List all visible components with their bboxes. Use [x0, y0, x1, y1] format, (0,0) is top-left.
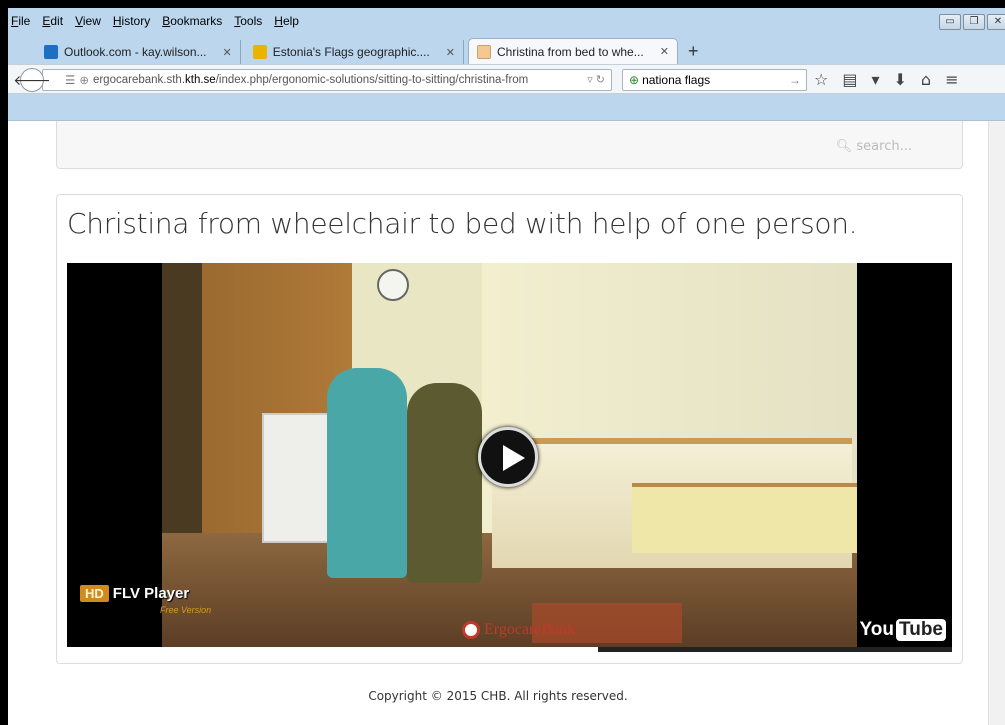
search-engine-icon: ⊕: [629, 73, 640, 87]
toolbar-icons: ☆ ▤ ▾ ⬇ ⌂ ≡: [814, 70, 958, 89]
search-icon: 🔍︎: [835, 139, 857, 154]
window-controls: ▭ ❐ ✕: [939, 14, 1005, 30]
hamburger-menu-icon[interactable]: ≡: [945, 70, 958, 89]
site-search-placeholder: search...: [856, 139, 912, 154]
ergocarebank-watermark: ErgocareBank: [462, 621, 575, 639]
article-panel: Christina from wheelchair to bed with he…: [56, 194, 963, 664]
screen-frame: File Edit View History Bookmarks Tools H…: [0, 0, 1005, 725]
menu-bar: File Edit View History Bookmarks Tools H…: [8, 14, 300, 32]
minimize-button[interactable]: ▭: [939, 14, 961, 30]
hd-badge: HD: [80, 585, 109, 602]
url-prefix: ergocarebank.sth.: [92, 74, 186, 86]
menu-view[interactable]: View: [74, 14, 102, 32]
tab-estonia-flags[interactable]: Estonia's Flags geographic.... ✕: [245, 40, 464, 64]
tab-title: Christina from bed to whe...: [496, 44, 644, 59]
tab-outlook[interactable]: Outlook.com - kay.wilson... ✕: [36, 40, 241, 64]
page-scrollbar[interactable]: [988, 121, 1005, 725]
navigation-toolbar: ☰ ⊕ ergocarebank.sth. kth.se/index.php/er…: [8, 64, 1005, 94]
youtube-tube: Tube: [896, 619, 946, 641]
browser-search-box[interactable]: ⊕ nationa flags →: [622, 69, 807, 91]
video-player[interactable]: HD FLV Player Free Version ErgocareBank …: [67, 263, 952, 652]
menu-tools[interactable]: Tools: [233, 14, 263, 32]
search-go-icon[interactable]: →: [789, 73, 801, 87]
browser-window: File Edit View History Bookmarks Tools H…: [8, 8, 1005, 725]
tab-strip: Outlook.com - kay.wilson... ✕ Estonia's …: [36, 38, 708, 64]
url-bar[interactable]: ☰ ⊕ ergocarebank.sth. kth.se/index.php/er…: [42, 69, 612, 91]
pocket-icon[interactable]: ▾: [871, 70, 879, 89]
site-search-input[interactable]: 🔍︎ search...: [836, 139, 912, 154]
watermark-text: ErgocareBank: [484, 621, 576, 638]
tab-title: Estonia's Flags geographic....: [272, 45, 430, 59]
video-progress-bar[interactable]: [67, 647, 952, 652]
tab-title: Outlook.com - kay.wilson...: [64, 45, 207, 59]
player-name: FLV Player: [112, 585, 190, 602]
reload-icon[interactable]: ▿ ↻: [587, 73, 605, 86]
reader-list-icon[interactable]: ☰: [65, 73, 75, 87]
page-favicon-icon: [476, 44, 491, 59]
youtube-logo[interactable]: You Tube: [860, 619, 946, 641]
caregiver: [327, 368, 407, 578]
close-tab-icon[interactable]: ✕: [223, 46, 232, 59]
play-button[interactable]: [478, 427, 538, 487]
bookmark-star-icon[interactable]: ☆: [814, 70, 828, 89]
url-path: /index.php/ergonomic-solutions/sitting-t…: [215, 74, 529, 86]
back-button[interactable]: 🡐: [13, 68, 51, 92]
browser-chrome: File Edit View History Bookmarks Tools H…: [8, 8, 1005, 121]
tab-christina[interactable]: Christina from bed to whe... ✕: [467, 38, 678, 64]
video-progress-fill: [67, 647, 598, 652]
restore-button[interactable]: ❐: [963, 14, 985, 30]
article-title: Christina from wheelchair to bed with he…: [67, 207, 858, 240]
player-badge: HD FLV Player: [80, 585, 189, 602]
menu-bookmarks[interactable]: Bookmarks: [161, 14, 223, 32]
menu-help[interactable]: Help: [273, 14, 300, 32]
free-version-label: Free Version: [160, 605, 212, 615]
close-tab-icon[interactable]: ✕: [660, 45, 669, 58]
bookmarks-menu-icon[interactable]: ▤: [842, 70, 857, 89]
patient: [407, 383, 482, 583]
ergocarebank-logo-icon: [462, 621, 480, 639]
globe-icon: ⊕: [79, 75, 89, 87]
menu-file[interactable]: File: [10, 14, 31, 32]
url-domain: kth.se: [185, 74, 216, 86]
site-header-panel: 🔍︎ search...: [56, 121, 963, 169]
youtube-you: You: [859, 619, 895, 640]
web-page: 🔍︎ search... Christina from wheelchair t…: [8, 121, 1005, 725]
new-tab-button[interactable]: +: [682, 41, 709, 64]
wall-clock: [377, 269, 409, 301]
table: [632, 483, 857, 553]
outlook-icon: [44, 45, 58, 59]
search-box-value: nationa flags: [642, 73, 711, 87]
download-icon[interactable]: ⬇: [894, 70, 907, 89]
close-tab-icon[interactable]: ✕: [446, 46, 455, 59]
close-window-button[interactable]: ✕: [987, 14, 1005, 30]
home-icon[interactable]: ⌂: [921, 70, 931, 89]
menu-edit[interactable]: Edit: [41, 14, 64, 32]
menu-history[interactable]: History: [112, 14, 151, 32]
site-favicon-icon: [252, 45, 267, 59]
footer-copyright: Copyright © 2015 CHB. All rights reserve…: [368, 689, 628, 703]
